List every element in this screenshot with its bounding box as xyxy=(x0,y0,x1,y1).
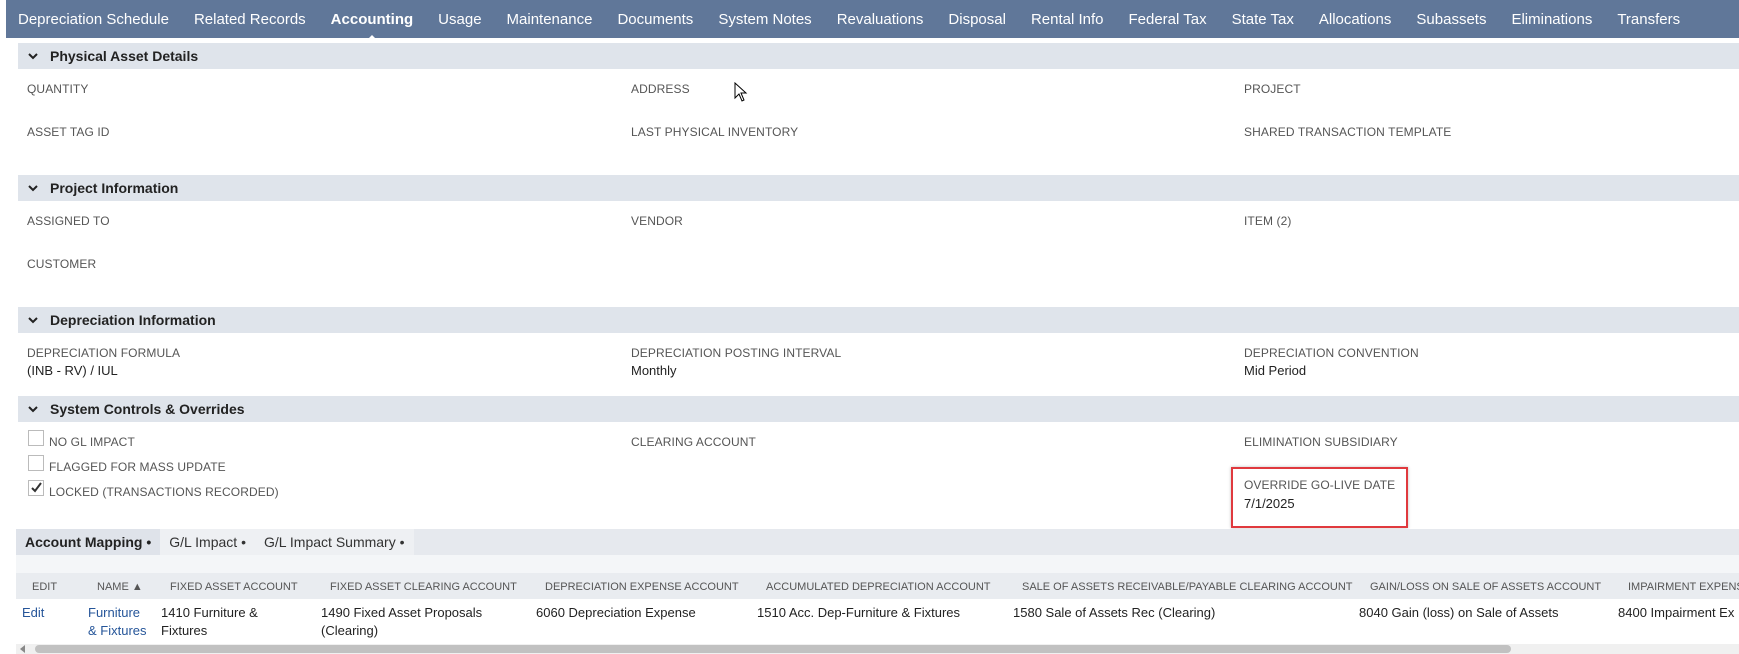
section-title: System Controls & Overrides xyxy=(50,401,245,417)
locked-checkbox[interactable] xyxy=(28,480,44,496)
gain-loss-cell: 8040 Gain (loss) on Sale of Assets xyxy=(1359,605,1559,620)
scrollbar-thumb[interactable] xyxy=(35,645,1511,653)
name-line2: & Fixtures xyxy=(88,623,147,638)
accumulated-depreciation-cell: 1510 Acc. Dep-Furniture & Fixtures xyxy=(757,605,961,620)
mouse-cursor-icon xyxy=(734,82,748,102)
tab-transfers[interactable]: Transfers xyxy=(1617,11,1680,28)
chevron-down-icon xyxy=(28,317,38,324)
asset-tag-id-label: ASSET TAG ID xyxy=(27,125,110,139)
tab-maintenance[interactable]: Maintenance xyxy=(507,11,593,28)
flagged-mass-update-label: FLAGGED FOR MASS UPDATE xyxy=(49,460,226,474)
depreciation-convention-label: DEPRECIATION CONVENTION xyxy=(1244,346,1419,360)
section-title: Project Information xyxy=(50,180,179,196)
cell-line2: (Clearing) xyxy=(321,623,379,638)
section-title: Physical Asset Details xyxy=(50,48,199,64)
section-header-depreciation-information[interactable]: Depreciation Information xyxy=(18,307,1739,333)
locked-label: LOCKED (TRANSACTIONS RECORDED) xyxy=(49,485,279,499)
fixed-asset-clearing-cell: 1490 Fixed Asset Proposals (Clearing) xyxy=(321,604,482,640)
tab-federal-tax[interactable]: Federal Tax xyxy=(1128,11,1206,28)
cell-line1: 1490 Fixed Asset Proposals xyxy=(321,605,483,620)
section-header-system-controls[interactable]: System Controls & Overrides xyxy=(18,396,1739,422)
column-header-sale-clearing[interactable]: SALE OF ASSETS RECEIVABLE/PAYABLE CLEARI… xyxy=(1022,581,1353,593)
override-go-live-label: OVERRIDE GO-LIVE DATE xyxy=(1244,478,1396,492)
item-label: ITEM (2) xyxy=(1244,214,1292,228)
column-header-edit: EDIT xyxy=(32,581,58,593)
shared-transaction-template-label: SHARED TRANSACTION TEMPLATE xyxy=(1244,125,1452,139)
elimination-subsidiary-label: ELIMINATION SUBSIDIARY xyxy=(1244,435,1398,449)
column-header-fixed-asset-account[interactable]: FIXED ASSET ACCOUNT xyxy=(170,581,298,593)
last-physical-inventory-label: LAST PHYSICAL INVENTORY xyxy=(631,125,799,139)
subtab-gl-impact[interactable]: G/L Impact • xyxy=(160,529,255,555)
section-header-project-information[interactable]: Project Information xyxy=(18,175,1739,201)
section-header-physical-asset-details[interactable]: Physical Asset Details xyxy=(18,43,1739,69)
no-gl-impact-label: NO GL IMPACT xyxy=(49,435,135,449)
tab-related-records[interactable]: Related Records xyxy=(194,11,306,28)
tab-depreciation-schedule[interactable]: Depreciation Schedule xyxy=(18,11,169,28)
flagged-mass-update-checkbox[interactable] xyxy=(28,455,44,471)
column-header-depreciation-expense[interactable]: DEPRECIATION EXPENSE ACCOUNT xyxy=(545,581,739,593)
column-header-gain-loss[interactable]: GAIN/LOSS ON SALE OF ASSETS ACCOUNT xyxy=(1370,581,1601,593)
subtab-gl-impact-summary[interactable]: G/L Impact Summary • xyxy=(254,529,414,555)
chevron-down-icon xyxy=(28,53,38,60)
clearing-account-label: CLEARING ACCOUNT xyxy=(631,435,756,449)
impairment-cell: 8400 Impairment Ex xyxy=(1618,605,1735,620)
scroll-left-arrow-icon[interactable] xyxy=(20,645,25,653)
checkmark-icon xyxy=(31,482,42,493)
vendor-label: VENDOR xyxy=(631,214,683,228)
depreciation-expense-cell: 6060 Depreciation Expense xyxy=(536,605,696,620)
column-header-name[interactable]: NAME ▲ xyxy=(97,581,143,593)
posting-interval-label: DEPRECIATION POSTING INTERVAL xyxy=(631,346,842,360)
posting-interval-value: Monthly xyxy=(631,363,677,378)
name-link[interactable]: Furniture & Fixtures xyxy=(88,604,147,640)
tab-disposal[interactable]: Disposal xyxy=(948,11,1006,28)
chevron-down-icon xyxy=(28,406,38,413)
tab-usage[interactable]: Usage xyxy=(438,11,481,28)
subtab-account-mapping[interactable]: Account Mapping • xyxy=(16,529,161,555)
address-label: ADDRESS xyxy=(631,82,690,96)
column-header-fixed-asset-clearing[interactable]: FIXED ASSET CLEARING ACCOUNT xyxy=(330,581,517,593)
name-line1: Furniture xyxy=(88,605,141,620)
cell-line2: Fixtures xyxy=(161,623,208,638)
tab-rental-info[interactable]: Rental Info xyxy=(1031,11,1104,28)
project-label: PROJECT xyxy=(1244,82,1301,96)
tab-revaluations[interactable]: Revaluations xyxy=(837,11,924,28)
tab-system-notes[interactable]: System Notes xyxy=(718,11,811,28)
column-header-accumulated-depreciation[interactable]: ACCUMULATED DEPRECIATION ACCOUNT xyxy=(766,581,991,593)
subtab-content-area xyxy=(16,555,1739,573)
quantity-label: QUANTITY xyxy=(27,82,89,96)
record-tabs: Depreciation Schedule Related Records Ac… xyxy=(18,0,1705,41)
customer-label: CUSTOMER xyxy=(27,257,97,271)
section-title: Depreciation Information xyxy=(50,312,216,328)
tab-accounting[interactable]: Accounting xyxy=(331,11,413,41)
override-go-live-value: 7/1/2025 xyxy=(1244,496,1295,511)
tab-documents[interactable]: Documents xyxy=(617,11,693,28)
edit-link[interactable]: Edit xyxy=(22,604,44,622)
depreciation-formula-value: (INB - RV) / IUL xyxy=(27,363,118,378)
tab-eliminations[interactable]: Eliminations xyxy=(1511,11,1592,28)
depreciation-convention-value: Mid Period xyxy=(1244,363,1307,378)
tab-subassets[interactable]: Subassets xyxy=(1416,11,1486,28)
column-header-impairment[interactable]: IMPAIRMENT EXPENSE xyxy=(1628,581,1739,593)
chevron-down-icon xyxy=(28,185,38,192)
sale-clearing-cell: 1580 Sale of Assets Rec (Clearing) xyxy=(1013,605,1216,620)
assigned-to-label: ASSIGNED TO xyxy=(27,214,110,228)
no-gl-impact-checkbox[interactable] xyxy=(28,430,44,446)
depreciation-formula-label: DEPRECIATION FORMULA xyxy=(27,346,181,360)
tab-state-tax[interactable]: State Tax xyxy=(1232,11,1294,28)
cell-line1: 1410 Furniture & xyxy=(161,605,258,620)
fixed-asset-account-cell: 1410 Furniture & Fixtures xyxy=(161,604,258,640)
tab-allocations[interactable]: Allocations xyxy=(1319,11,1392,28)
subtab-bar: Account Mapping • G/L Impact • G/L Impac… xyxy=(16,529,414,555)
